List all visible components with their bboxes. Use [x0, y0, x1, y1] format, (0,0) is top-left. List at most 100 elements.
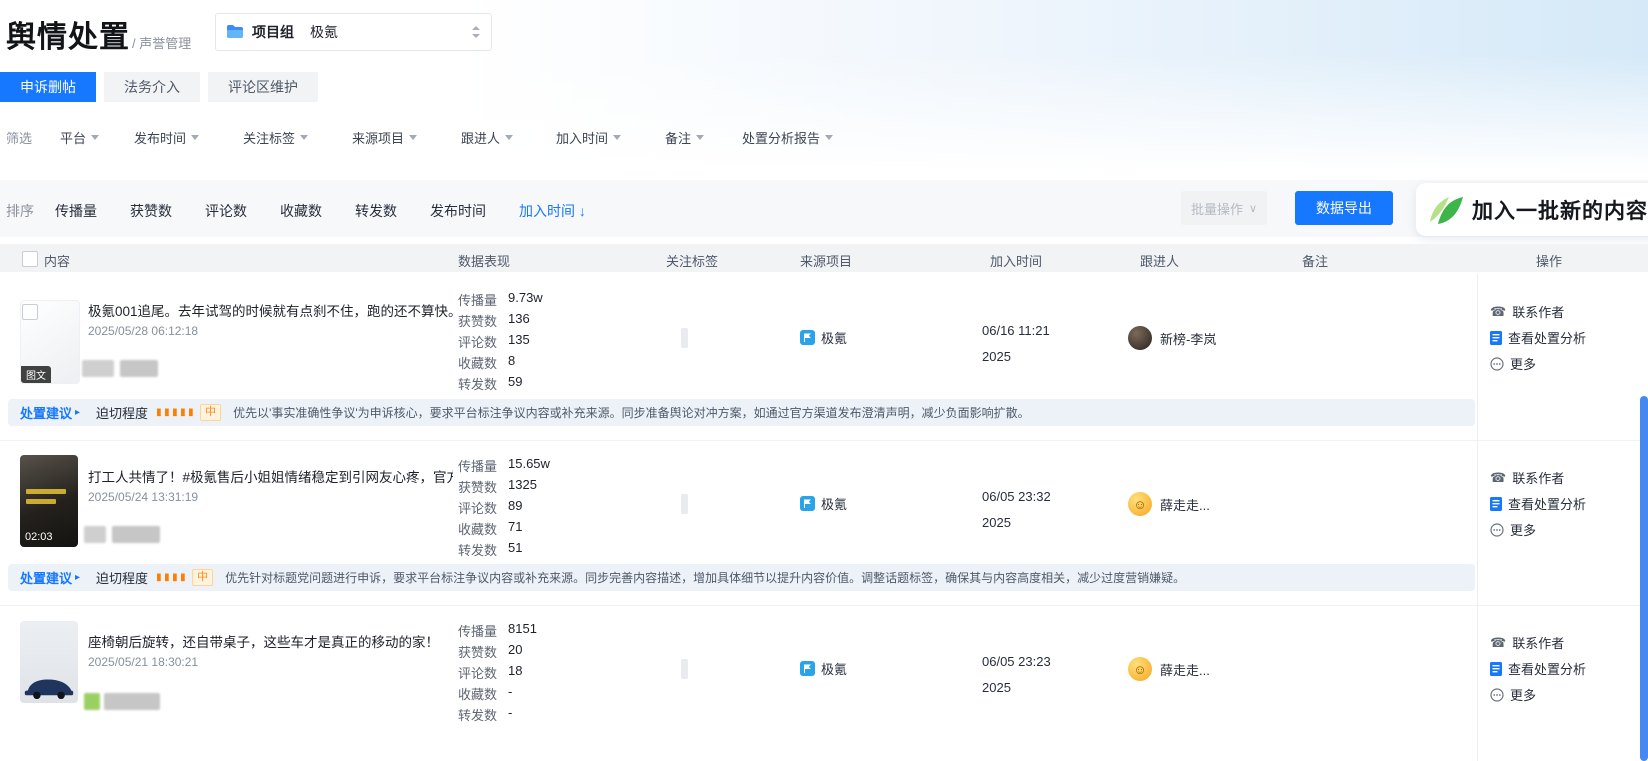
video-thumbnail[interactable]: 02:03 [20, 455, 78, 547]
table-row: 02:03 打工人共情了！#极氪售后小姐姐情绪稳定到引网友心疼，官方... 20… [0, 440, 1648, 606]
view-analysis-label: 查看处置分析 [1508, 331, 1587, 346]
suggestion-text: 优先以'事实准确性争议'为申诉核心，要求平台标注争议内容或补充来源。同步准备舆论… [233, 406, 1030, 420]
metric-value: 15.65w [508, 456, 550, 471]
tab-appeal-delete[interactable]: 申诉删帖 [0, 72, 96, 102]
metric-label: 转发数 [458, 543, 498, 558]
suggestion-text: 优先针对标题党问题进行申诉，要求平台标注争议内容或补充来源。同步完善内容描述，增… [225, 571, 1186, 585]
row-checkbox[interactable] [22, 304, 38, 320]
metric-label: 收藏数 [458, 687, 498, 702]
batch-operation-button[interactable]: 批量操作 ∨ [1181, 191, 1267, 225]
select-arrows-icon [471, 25, 481, 39]
sort-likes[interactable]: 获赞数 [130, 201, 172, 221]
metrics-block: 传播量 15.65w 获赞数 1325 评论数 89 收藏数 71 转发数 51 [458, 456, 550, 561]
th-actions: 操作 [1536, 254, 1563, 269]
metrics-block: 传播量 9.73w 获赞数 136 评论数 135 收藏数 8 转发数 59 [458, 290, 543, 395]
more-action[interactable]: 更多 [1490, 685, 1536, 704]
suggestion-label: 处置建议 [20, 406, 73, 421]
expand-arrow-icon: ▸ [75, 572, 81, 583]
filter-remark[interactable]: 备注 [665, 128, 705, 147]
more-icon [1490, 356, 1504, 371]
filter-label: 备注 [665, 131, 692, 146]
add-new-content-label: 加入一批新的内容 [1472, 199, 1648, 223]
join-date: 06/05 23:23 [982, 654, 1051, 669]
caret-down-icon [505, 135, 514, 140]
filter-follower[interactable]: 跟进人 [461, 128, 514, 147]
view-analysis-label: 查看处置分析 [1508, 497, 1587, 512]
sort-bar-label: 排序 [6, 203, 34, 219]
tab-legal-intervention[interactable]: 法务介入 [104, 72, 200, 102]
publish-time: 2025/05/28 06:12:18 [88, 324, 199, 338]
phone-icon: ☎ [1490, 635, 1507, 650]
post-thumbnail[interactable] [20, 621, 78, 703]
th-watch-tags: 关注标签 [666, 254, 719, 269]
post-title[interactable]: 打工人共情了！#极氪售后小姐姐情绪稳定到引网友心疼，官方... [88, 466, 453, 486]
urgency-level-badge: 中 [200, 404, 222, 421]
metric-value: 20 [508, 642, 523, 657]
join-date: 06/16 11:21 [982, 323, 1050, 338]
filter-publish-time[interactable]: 发布时间 [134, 128, 200, 147]
avatar [1128, 492, 1152, 516]
filter-label: 来源项目 [352, 131, 405, 146]
app-root: 舆情处置 / 声誉管理 项目组 极氪 申诉删帖 法务介入 评论区维护 筛选 平台… [0, 0, 1648, 761]
metric-label: 传播量 [458, 293, 498, 308]
publish-time: 2025/05/24 13:31:19 [88, 490, 199, 504]
view-analysis-action[interactable]: 查看处置分析 [1490, 494, 1586, 513]
contact-author-label: 联系作者 [1512, 471, 1565, 486]
contact-author-action[interactable]: ☎ 联系作者 [1490, 302, 1564, 321]
filter-label: 平台 [60, 131, 87, 146]
source-project-icon [800, 496, 815, 511]
expand-arrow-icon: ▸ [75, 407, 81, 418]
sort-publish-time[interactable]: 发布时间 [430, 201, 486, 221]
sort-join-time-active[interactable]: 加入时间 ↓ [519, 201, 586, 221]
post-title[interactable]: 座椅朝后旋转，还自带桌子，这些车才是真正的移动的家！ [88, 631, 439, 651]
filter-join-time[interactable]: 加入时间 [556, 128, 622, 147]
view-analysis-action[interactable]: 查看处置分析 [1490, 659, 1586, 678]
tab-comment-maintenance[interactable]: 评论区维护 [208, 72, 318, 102]
data-export-button[interactable]: 数据导出 [1295, 191, 1393, 225]
scrollbar[interactable] [1640, 396, 1648, 761]
sort-comments[interactable]: 评论数 [205, 201, 247, 221]
table-row: 图文 极氪001追尾。去年试驾的时候就有点刹不住，跑的还不算快。... 2025… [0, 274, 1648, 441]
more-icon [1490, 522, 1504, 537]
source-project-name: 极氪 [821, 497, 848, 512]
metric-value: 71 [508, 519, 523, 534]
view-analysis-action[interactable]: 查看处置分析 [1490, 328, 1586, 347]
source-project: 极氪 [800, 328, 847, 347]
filter-watch-tags[interactable]: 关注标签 [243, 128, 309, 147]
join-year: 2025 [982, 680, 1011, 695]
leaf-logo-icon [1424, 189, 1466, 231]
metric-label: 获赞数 [458, 480, 498, 495]
sort-shares[interactable]: 转发数 [355, 201, 397, 221]
select-all-checkbox[interactable] [22, 251, 38, 267]
more-icon [1490, 687, 1504, 702]
caret-down-icon [613, 135, 622, 140]
join-date: 06/05 23:32 [982, 489, 1051, 504]
metrics-block: 传播量 8151 获赞数 20 评论数 18 收藏数 - 转发数 - [458, 621, 537, 726]
project-group-select[interactable]: 项目组 极氪 [215, 13, 492, 51]
table-header: 内容 数据表现 关注标签 来源项目 加入时间 跟进人 备注 操作 [0, 244, 1648, 272]
disposal-suggestion[interactable]: 处置建议 ▸ 迫切程度 ▮▮▮▮▮ 中 优先以'事实准确性争议'为申诉核心，要求… [8, 399, 1475, 426]
add-new-content-banner[interactable]: 加入一批新的内容 [1416, 183, 1648, 236]
sort-favorites[interactable]: 收藏数 [280, 201, 322, 221]
source-project-name: 极氪 [821, 331, 848, 346]
metric-value: 136 [508, 311, 530, 326]
post-title[interactable]: 极氪001追尾。去年试驾的时候就有点刹不住，跑的还不算快。... [88, 300, 453, 320]
sort-spread[interactable]: 传播量 [55, 201, 97, 221]
media-type-badge: 图文 [21, 366, 51, 383]
metric-value: 51 [508, 540, 523, 555]
filter-platform[interactable]: 平台 [60, 128, 100, 147]
filter-source-project[interactable]: 来源项目 [352, 128, 418, 147]
contact-author-action[interactable]: ☎ 联系作者 [1490, 468, 1564, 487]
source-project-name: 极氪 [821, 662, 848, 677]
more-action[interactable]: 更多 [1490, 354, 1536, 373]
urgency-level-badge: 中 [192, 569, 214, 586]
more-action[interactable]: 更多 [1490, 520, 1536, 539]
disposal-suggestion[interactable]: 处置建议 ▸ 迫切程度 ▮▮▮▮ 中 优先针对标题党问题进行申诉，要求平台标注争… [8, 564, 1475, 591]
metric-label: 评论数 [458, 501, 498, 516]
contact-author-action[interactable]: ☎ 联系作者 [1490, 633, 1564, 652]
project-group-label: 项目组 [252, 24, 294, 40]
metric-value: - [508, 705, 513, 720]
filter-label: 加入时间 [556, 131, 609, 146]
filter-analysis-report[interactable]: 处置分析报告 [742, 128, 834, 147]
filter-label: 发布时间 [134, 131, 187, 146]
